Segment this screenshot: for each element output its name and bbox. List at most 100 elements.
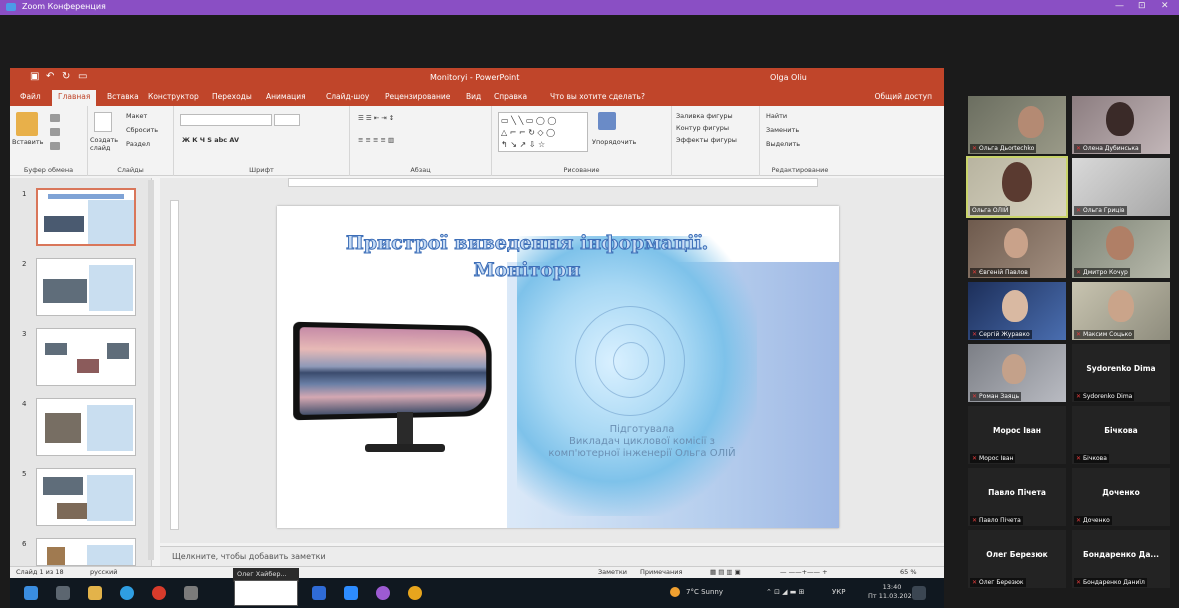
slide-thumbnail-5[interactable] (36, 468, 136, 526)
section-button[interactable]: Раздел (126, 140, 150, 148)
language-indicator[interactable]: русский (90, 568, 118, 576)
task-view-icon[interactable] (56, 586, 70, 600)
clock-time: 13:40 (882, 583, 902, 591)
participant-tile[interactable]: ✕ Олена Дубинська (1072, 96, 1170, 154)
slide-thumbnail-1[interactable] (36, 188, 136, 246)
participant-tile[interactable]: ✕ Ольга Дьоrtechko (968, 96, 1066, 154)
participant-tile[interactable]: Бічкова ✕ Бічкова (1072, 406, 1170, 464)
copy-icon[interactable] (50, 128, 60, 136)
tab-review[interactable]: Рецензирование (385, 92, 450, 101)
paste-button[interactable]: Вставить (12, 138, 43, 146)
tab-transitions[interactable]: Переходы (212, 92, 252, 101)
tab-insert[interactable]: Вставка (107, 92, 139, 101)
notes-pane[interactable]: Щелкните, чтобы добавить заметки (160, 546, 944, 566)
save-icon[interactable]: ▣ (30, 71, 39, 82)
author-text[interactable]: Підготувала Викладач циклової комісії з … (522, 424, 762, 460)
zoom-slider[interactable]: — ——+—— + (780, 568, 828, 576)
participant-tile[interactable]: ✕ Євгеній Павлов (968, 220, 1066, 278)
cut-icon[interactable] (50, 114, 60, 122)
find-button[interactable]: Найти (766, 112, 787, 120)
tab-slideshow[interactable]: Слайд-шоу (326, 92, 369, 101)
bold-icon[interactable]: Ж К Ч S abc AV (182, 136, 239, 144)
align-icon[interactable]: ≡ ≡ ≡ ≡ ▥ (358, 136, 394, 144)
input-language[interactable]: УКР (832, 588, 845, 596)
current-slide[interactable]: Пристрої виведення інформації. Монітори … (277, 206, 839, 528)
new-slide-icon[interactable] (94, 112, 112, 132)
notes-button[interactable]: Заметки (598, 568, 627, 576)
word-icon[interactable] (312, 586, 326, 600)
present-icon[interactable]: ▭ (78, 71, 87, 82)
slide-thumbnail-6[interactable] (36, 538, 136, 566)
participant-tile[interactable]: Sydorenko Dima ✕ Sydorenko Dima (1072, 344, 1170, 402)
share-button[interactable]: Общий доступ (875, 92, 932, 101)
participant-tile[interactable]: Олег Березюк ✕ Олег Березюк (968, 530, 1066, 588)
participant-tile[interactable]: ✕ Ольга Гриців (1072, 158, 1170, 216)
store-icon[interactable] (184, 586, 198, 600)
participant-tile[interactable]: ✕ Дмитро Кочур (1072, 220, 1170, 278)
slide-title[interactable]: Пристрої виведення інформації. Монітори (317, 230, 737, 284)
participant-name: ✕ Роман Заяць (970, 392, 1022, 401)
arrange-icon[interactable] (598, 112, 616, 130)
participant-tile[interactable]: Доченко ✕ Доченко (1072, 468, 1170, 526)
zoom-taskbar-icon[interactable] (344, 586, 358, 600)
weather-text[interactable]: 7°C Sunny (686, 588, 723, 596)
slide-thumbnail-2[interactable] (36, 258, 136, 316)
participant-tile[interactable]: Морос Іван ✕ Морос Іван (968, 406, 1066, 464)
minimize-button[interactable]: — (1115, 1, 1124, 11)
tab-design[interactable]: Конструктор (148, 92, 199, 101)
shape-effects-button[interactable]: Эффекты фигуры (676, 136, 737, 144)
tell-me-search[interactable]: Что вы хотите сделать? (550, 92, 645, 101)
tray-icons[interactable]: ⌃ ⊡ ◢ ▬ ⊞ (766, 588, 805, 596)
select-button[interactable]: Выделить (766, 140, 800, 148)
comments-button[interactable]: Примечания (640, 568, 682, 576)
tab-home[interactable]: Главная (52, 90, 97, 106)
tab-view[interactable]: Вид (466, 92, 481, 101)
chrome-icon[interactable] (408, 586, 422, 600)
tab-animations[interactable]: Анимация (266, 92, 306, 101)
tab-help[interactable]: Справка (494, 92, 527, 101)
user-name[interactable]: Olga Oliu (770, 73, 807, 82)
participant-tile[interactable]: ✕ Роман Заяць (968, 344, 1066, 402)
shape-outline-button[interactable]: Контур фигуры (676, 124, 729, 132)
arrange-button[interactable]: Упорядочить (592, 138, 636, 146)
slide-thumbnail-4[interactable] (36, 398, 136, 456)
reset-button[interactable]: Сбросить (126, 126, 158, 134)
taskbar-window-preview[interactable] (234, 580, 298, 606)
new-slide-button[interactable]: Создать слайд (90, 136, 120, 152)
tab-file[interactable]: Файл (20, 92, 41, 101)
layout-button[interactable]: Макет (126, 112, 147, 120)
author-line: Викладач циклової комісії з (569, 436, 715, 447)
list-icon[interactable]: ☰ ☰ ⇤ ⇥ ↕ (358, 114, 394, 122)
viber-icon[interactable] (376, 586, 390, 600)
zoom-level[interactable]: 65 % (900, 568, 917, 576)
maximize-button[interactable]: ⊡ (1138, 1, 1146, 11)
notifications-icon[interactable] (912, 586, 926, 600)
format-painter-icon[interactable] (50, 142, 60, 150)
participant-name: ✕ Максим Соцько (1074, 330, 1134, 339)
weather-icon[interactable] (670, 587, 680, 597)
participant-tile[interactable]: ✕ Сергій Журавко (968, 282, 1066, 340)
shape-fill-button[interactable]: Заливка фигуры (676, 112, 733, 120)
mic-muted-icon: ✕ (1076, 207, 1082, 214)
windows-start-icon[interactable] (24, 586, 38, 600)
undo-icon[interactable]: ↶ (46, 71, 54, 82)
font-name-input[interactable] (180, 114, 272, 126)
replace-button[interactable]: Заменить (766, 126, 799, 134)
slide-thumbnail-3[interactable] (36, 328, 136, 386)
participant-tile-active[interactable]: Ольга ОЛІЙ (966, 156, 1068, 218)
paste-icon[interactable] (16, 112, 38, 136)
font-size-input[interactable] (274, 114, 300, 126)
file-explorer-icon[interactable] (88, 586, 102, 600)
close-button[interactable]: ✕ (1161, 1, 1169, 11)
system-clock[interactable]: 13:40 Пт 11.03.2022 (868, 583, 916, 601)
slide-number: 3 (22, 330, 27, 338)
view-buttons-icon[interactable]: ▦ ▤ ▥ ▣ (710, 568, 741, 576)
edge-icon[interactable] (120, 586, 134, 600)
participant-tile[interactable]: Бондаренко Да... ✕ Бондаренко Даниїл (1072, 530, 1170, 588)
slide-number: 1 (22, 190, 27, 198)
redo-icon[interactable]: ↻ (62, 71, 70, 82)
opera-icon[interactable] (152, 586, 166, 600)
thumbnails-scrollbar[interactable] (148, 180, 154, 560)
participant-tile[interactable]: ✕ Максим Соцько (1072, 282, 1170, 340)
participant-tile[interactable]: Павло Пічета ✕ Павло Пічета (968, 468, 1066, 526)
